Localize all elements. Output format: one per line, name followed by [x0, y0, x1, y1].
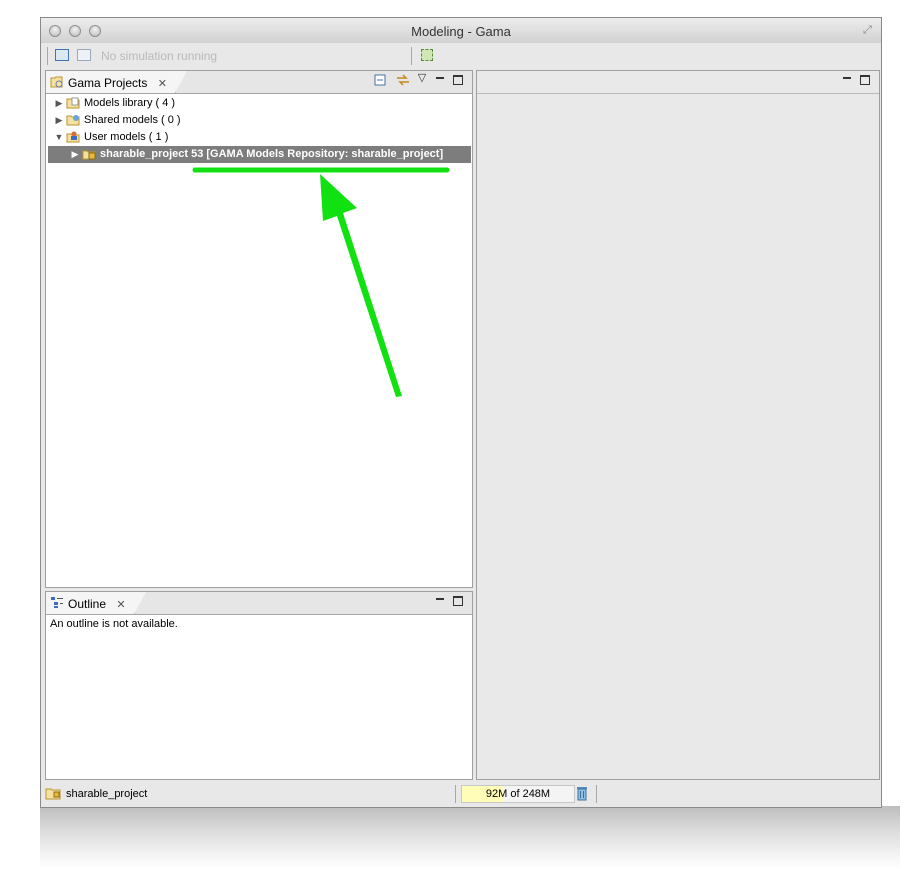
annotation-overlay	[192, 167, 450, 397]
annotation-arrow	[320, 174, 402, 397]
